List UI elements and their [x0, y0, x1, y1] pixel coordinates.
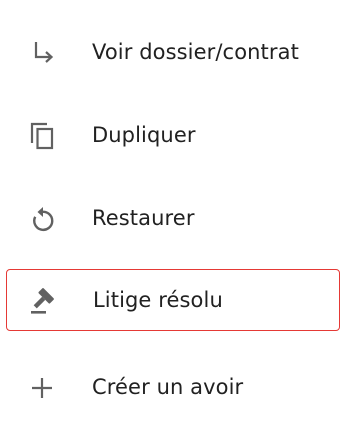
context-menu: Voir dossier/contrat Dupliquer Restaurer [0, 0, 345, 441]
menu-item-restaurer[interactable]: Restaurer [6, 187, 340, 249]
subdirectory-arrow-right-icon [26, 36, 58, 68]
menu-item-label: Créer un avoir [92, 375, 244, 399]
menu-item-creer-un-avoir[interactable]: Créer un avoir [6, 356, 340, 418]
gavel-icon [27, 284, 59, 316]
restore-icon [26, 202, 58, 234]
content-copy-icon [26, 119, 58, 151]
menu-item-label: Dupliquer [92, 123, 196, 147]
add-icon [26, 371, 58, 403]
menu-item-litige-resolu[interactable]: Litige résolu [6, 269, 340, 331]
menu-item-label: Restaurer [92, 206, 195, 230]
menu-item-label: Litige résolu [93, 288, 223, 312]
menu-item-dupliquer[interactable]: Dupliquer [6, 104, 340, 166]
menu-item-voir-dossier-contrat[interactable]: Voir dossier/contrat [6, 21, 340, 83]
menu-item-label: Voir dossier/contrat [92, 40, 299, 64]
